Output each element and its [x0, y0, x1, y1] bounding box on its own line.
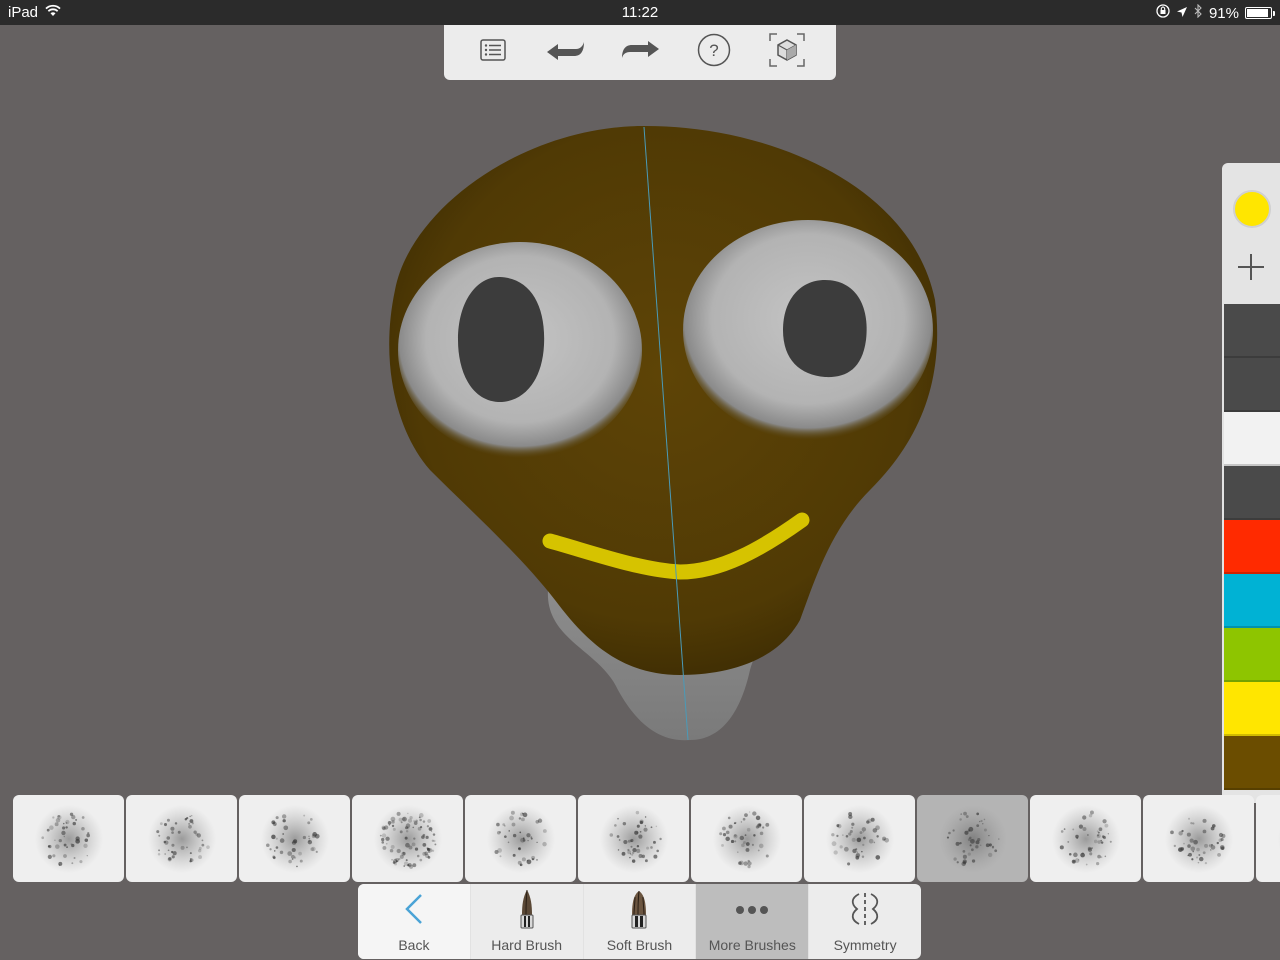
brush-alpha-tile[interactable]	[578, 795, 689, 882]
svg-text:?: ?	[709, 41, 718, 60]
brush-texture-icon	[373, 804, 442, 873]
brush-alpha-tile[interactable]	[917, 795, 1028, 882]
soft-brush-icon	[629, 889, 649, 934]
brush-texture-icon	[147, 804, 216, 873]
undo-button[interactable]	[541, 30, 591, 76]
brush-texture-icon	[1277, 825, 1280, 852]
soft-brush-label: Soft Brush	[606, 937, 673, 953]
color-swatch[interactable]	[1224, 628, 1280, 682]
brush-texture-icon	[34, 804, 103, 873]
back-label: Back	[398, 937, 430, 953]
brush-alpha-tile[interactable]	[352, 795, 463, 882]
symmetry-icon	[845, 892, 885, 931]
brush-texture-icon	[1164, 804, 1233, 873]
hard-brush-button[interactable]: Hard Brush	[471, 884, 584, 959]
color-swatch[interactable]	[1224, 412, 1280, 466]
top-toolbar: ?	[444, 25, 836, 80]
brush-texture-icon	[260, 804, 329, 873]
brush-texture-icon	[1051, 804, 1120, 873]
battery-level	[1247, 9, 1268, 17]
plus-icon	[1236, 252, 1266, 287]
hard-brush-label: Hard Brush	[491, 937, 563, 953]
brush-texture-icon	[599, 804, 668, 873]
brush-picker	[13, 795, 1280, 883]
brush-alpha-tile[interactable]	[804, 795, 915, 882]
color-swatch[interactable]	[1224, 736, 1280, 790]
clock: 11:22	[621, 4, 659, 21]
brush-alpha-tile[interactable]	[465, 795, 576, 882]
brush-alpha-tile[interactable]	[239, 795, 350, 882]
brush-alpha-tile[interactable]	[691, 795, 802, 882]
brush-alpha-tile[interactable]	[126, 795, 237, 882]
brush-alpha-tile[interactable]	[1143, 795, 1254, 882]
back-button[interactable]: Back	[358, 884, 471, 959]
brush-texture-icon	[938, 804, 1007, 873]
color-swatch[interactable]	[1224, 358, 1280, 412]
location-icon	[1176, 5, 1188, 22]
model-pupil-right	[783, 280, 867, 378]
help-button[interactable]: ?	[689, 30, 739, 76]
brush-texture-icon	[712, 804, 781, 873]
status-bar: iPad 11:22 91%	[0, 0, 1280, 25]
color-palette	[1222, 163, 1280, 803]
current-color-button[interactable]	[1233, 190, 1271, 228]
battery-icon	[1245, 7, 1275, 19]
model-pupil-left	[458, 276, 545, 403]
symmetry-label: Symmetry	[833, 937, 897, 953]
layers-list-button[interactable]	[468, 30, 518, 76]
hard-brush-icon	[518, 889, 536, 934]
more-brushes-label: More Brushes	[708, 937, 796, 953]
symmetry-button[interactable]: Symmetry	[809, 884, 921, 959]
bottom-toolbar: Back Hard Brush Soft Brush More Brushes …	[358, 884, 921, 959]
brush-texture-icon	[825, 804, 894, 873]
list-icon	[480, 39, 506, 66]
add-color-button[interactable]	[1222, 241, 1280, 297]
redo-arrow-icon	[620, 39, 660, 66]
brush-alpha-tile[interactable]	[1256, 795, 1280, 882]
chevron-left-icon	[404, 893, 424, 930]
battery-percent: 91%	[1208, 4, 1239, 22]
bluetooth-icon	[1194, 3, 1203, 22]
color-swatch[interactable]	[1224, 304, 1280, 358]
color-swatch[interactable]	[1224, 682, 1280, 736]
color-swatch[interactable]	[1224, 574, 1280, 628]
sculpt-viewport[interactable]	[0, 25, 1280, 790]
frame-model-button[interactable]	[762, 30, 812, 76]
brush-alpha-tile[interactable]	[13, 795, 124, 882]
undo-arrow-icon	[546, 39, 586, 66]
question-circle-icon: ?	[697, 33, 731, 72]
more-brushes-button[interactable]: More Brushes	[696, 884, 810, 959]
cube-frame-icon	[769, 33, 805, 72]
color-swatch[interactable]	[1224, 466, 1280, 520]
redo-button[interactable]	[615, 30, 665, 76]
brush-texture-icon	[486, 804, 555, 873]
color-swatch[interactable]	[1224, 520, 1280, 574]
more-dots-icon	[735, 902, 769, 920]
color-swatch-list	[1224, 304, 1280, 790]
brush-alpha-tile[interactable]	[1030, 795, 1141, 882]
sculpt-model[interactable]	[0, 25, 1280, 790]
orientation-lock-icon	[1156, 4, 1170, 22]
soft-brush-button[interactable]: Soft Brush	[584, 884, 697, 959]
